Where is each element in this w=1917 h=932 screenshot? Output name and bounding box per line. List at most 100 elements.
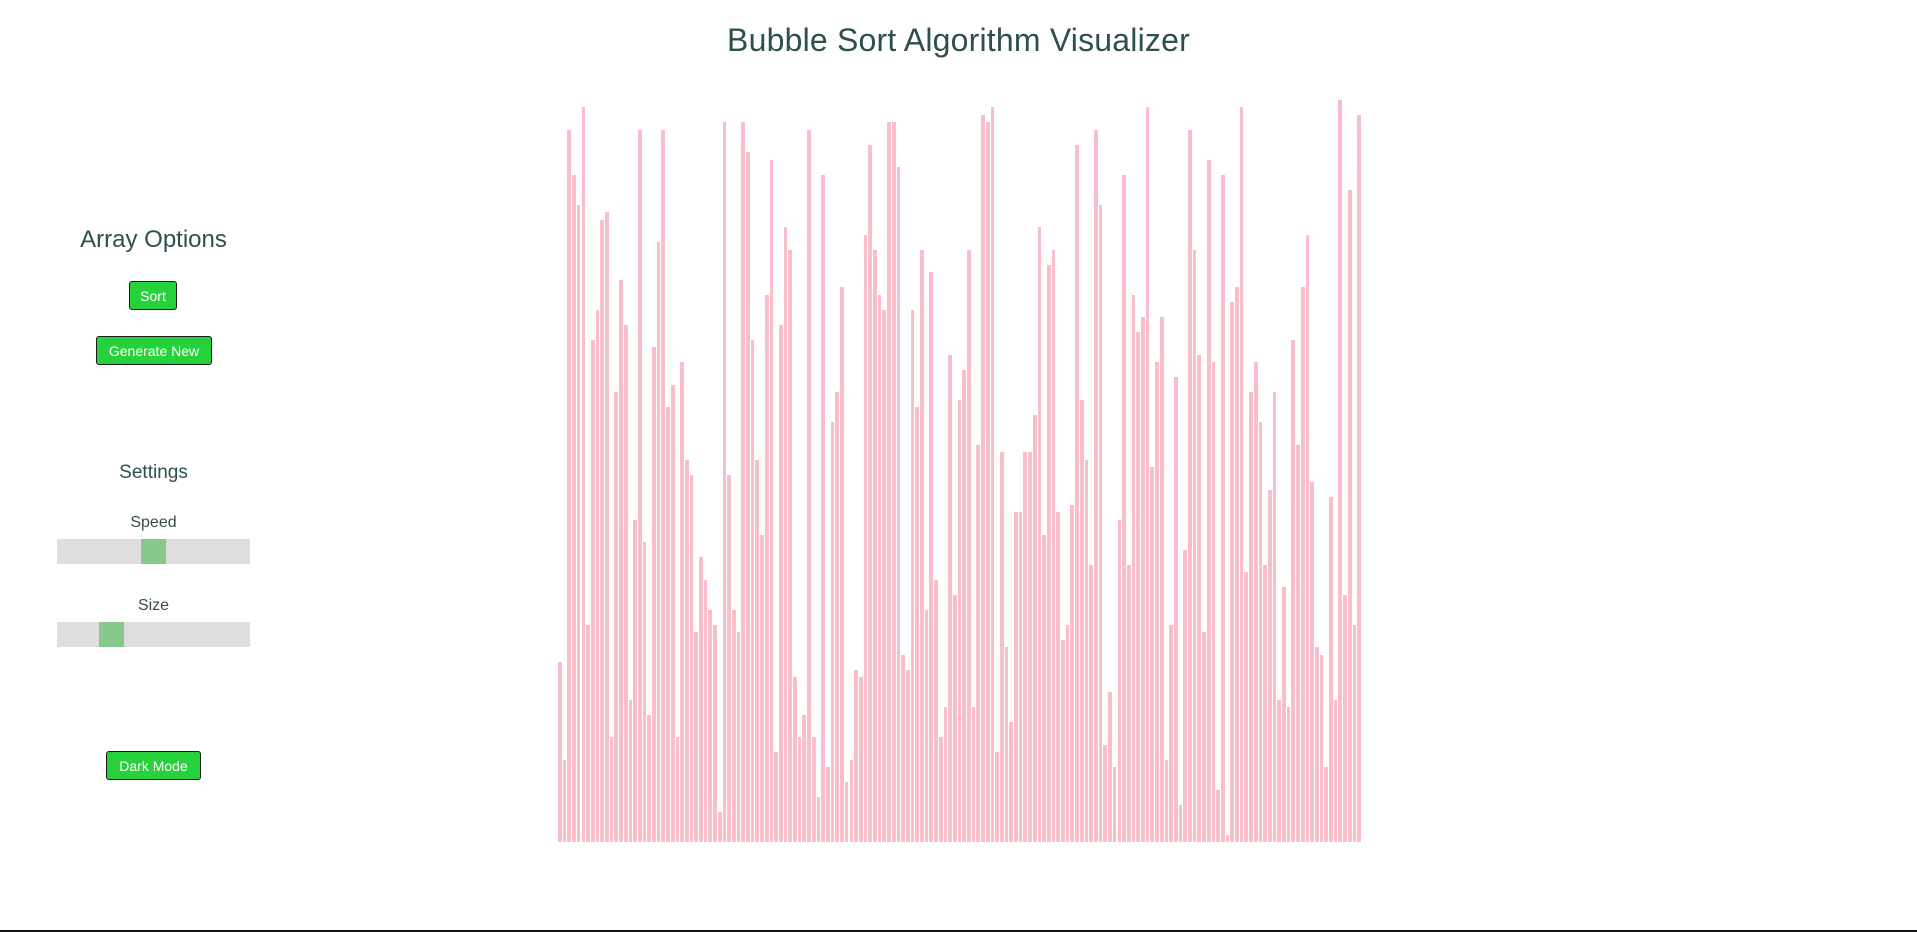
array-bar [1084, 459, 1089, 842]
array-bar [882, 309, 887, 842]
array-bar [1056, 512, 1061, 842]
array-bar [990, 107, 995, 842]
array-bar [1343, 594, 1347, 842]
array-bar [1314, 647, 1319, 842]
speed-slider[interactable] [57, 539, 250, 564]
array-bar [948, 354, 952, 842]
array-bar [1183, 549, 1188, 842]
array-bar [1286, 707, 1291, 842]
array-bar [567, 129, 572, 842]
array-bar [1310, 482, 1314, 842]
array-bar [769, 159, 774, 842]
array-bar [708, 609, 713, 842]
array-bar [562, 759, 567, 842]
size-slider-thumb[interactable] [99, 622, 124, 647]
array-bar [595, 309, 600, 842]
array-bar [896, 167, 901, 842]
array-bar [1357, 114, 1361, 842]
array-bar [590, 339, 595, 842]
array-bar [976, 444, 981, 842]
array-bar [887, 122, 891, 842]
array-bar [868, 144, 872, 842]
array-bar [924, 609, 929, 842]
array-bar [1239, 107, 1244, 842]
array-bar [1352, 624, 1357, 842]
size-slider[interactable] [57, 622, 250, 647]
array-bar [1258, 422, 1263, 842]
array-bar [1249, 392, 1253, 842]
sort-button[interactable]: Sort [129, 281, 177, 310]
array-bar [835, 392, 840, 842]
array-bar [1042, 534, 1046, 842]
array-bar [1347, 189, 1352, 842]
array-bar [647, 714, 652, 842]
page-title: Bubble Sort Algorithm Visualizer [727, 22, 1190, 58]
array-bar [1009, 722, 1014, 842]
array-bar [1296, 444, 1300, 842]
array-bar [1098, 204, 1103, 842]
generate-new-button[interactable]: Generate New [96, 336, 212, 365]
array-bar [1329, 497, 1333, 842]
array-bar [581, 107, 586, 842]
array-bar [1075, 144, 1079, 842]
array-bar [788, 249, 793, 842]
array-bar [1305, 234, 1310, 842]
array-bar [901, 654, 905, 842]
size-label: Size [137, 597, 170, 614]
array-bar [722, 122, 727, 842]
array-bar [1164, 759, 1169, 842]
array-bar [605, 212, 609, 842]
array-bar [1018, 512, 1023, 842]
array-bar [614, 392, 619, 842]
array-bar [717, 812, 722, 842]
array-bar [1244, 572, 1249, 842]
array-bar [995, 752, 999, 842]
array-bar [628, 699, 633, 842]
array-bar [670, 384, 675, 842]
array-bar [760, 534, 764, 842]
array-bar [797, 737, 802, 842]
array-bar [1117, 519, 1122, 842]
array-bar [952, 594, 957, 842]
array-bar [844, 782, 849, 842]
array-bar [1235, 287, 1239, 842]
array-bar [1220, 174, 1225, 842]
array-bar [684, 459, 689, 842]
array-bar [1319, 654, 1324, 842]
array-bar [652, 347, 656, 842]
array-bar [891, 122, 896, 842]
array-bar [929, 272, 934, 842]
array-bar [633, 519, 637, 842]
array-bar [1145, 107, 1150, 842]
array-bar [826, 767, 830, 842]
settings-heading: Settings [119, 462, 188, 483]
array-bar [971, 707, 976, 842]
array-bar [1188, 129, 1192, 842]
array-bar [1023, 452, 1028, 842]
dark-mode-button[interactable]: Dark Mode [106, 751, 201, 780]
array-bar [1079, 399, 1084, 842]
array-bar [1216, 789, 1220, 842]
array-bar [877, 294, 882, 842]
array-bar [1141, 317, 1145, 842]
array-bar [1263, 564, 1267, 842]
array-bar [858, 677, 863, 842]
array-bar [731, 609, 736, 842]
array-bar [821, 174, 825, 842]
sidebar: Array Options Sort Generate New Settings… [57, 0, 250, 932]
array-bar [741, 122, 746, 842]
array-bar [1051, 249, 1056, 842]
array-bar [807, 129, 811, 842]
array-bar [1324, 767, 1329, 842]
array-bar [666, 407, 670, 842]
array-bar [703, 579, 708, 842]
array-bar [1136, 332, 1140, 842]
array-bar [1230, 302, 1235, 842]
array-bar [1253, 362, 1258, 842]
array-bar [642, 542, 647, 842]
array-bar [981, 114, 985, 842]
array-bar [1014, 512, 1018, 842]
speed-slider-thumb[interactable] [141, 539, 166, 564]
array-bar [1122, 174, 1126, 842]
array-bar [962, 369, 967, 842]
